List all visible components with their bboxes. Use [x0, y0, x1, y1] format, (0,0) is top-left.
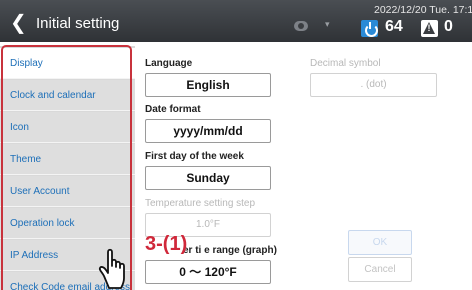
- temperature-range-select[interactable]: 0 ～ 120°F: [145, 260, 271, 284]
- alert-icon: [421, 20, 438, 37]
- decimal-symbol-select: . (dot): [310, 73, 437, 97]
- first-day-select[interactable]: Sunday: [145, 166, 271, 190]
- sync-icon[interactable]: [294, 21, 308, 31]
- sidebar-item-theme[interactable]: Theme: [0, 144, 135, 175]
- step-annotation: 3-(1): [145, 233, 188, 255]
- date-format-label: Date format: [145, 104, 201, 115]
- language-select[interactable]: English: [145, 73, 271, 97]
- ok-button[interactable]: OK: [348, 230, 412, 255]
- header-bar: ❮ Initial setting ▾ 2022/12/20 Tue. 17:1…: [0, 0, 472, 42]
- power-icon: [361, 20, 378, 37]
- back-icon[interactable]: ❮: [10, 12, 28, 36]
- date-format-select[interactable]: yyyy/mm/dd: [145, 119, 271, 143]
- dropdown-icon[interactable]: ▾: [325, 19, 330, 30]
- page-title: Initial setting: [36, 15, 120, 32]
- pointer-hand-icon: [98, 248, 125, 289]
- temperature-range-label: er ti e range (graph): [183, 245, 277, 256]
- sidebar-item-icon[interactable]: Icon: [0, 112, 135, 143]
- alert-count: 0: [444, 18, 453, 35]
- sidebar-item-display[interactable]: Display: [0, 48, 135, 79]
- datetime-display: 2022/12/20 Tue. 17:13: [374, 4, 472, 16]
- sidebar-item-clock-calendar[interactable]: Clock and calendar: [0, 80, 135, 111]
- first-day-label: First day of the week: [145, 151, 244, 162]
- power-count: 64: [385, 18, 403, 35]
- sidebar-item-operation-lock[interactable]: Operation lock: [0, 208, 135, 239]
- cancel-button[interactable]: Cancel: [348, 257, 412, 282]
- sidebar-item-user-account[interactable]: User Account: [0, 176, 135, 207]
- decimal-symbol-label: Decimal symbol: [310, 58, 381, 69]
- temperature-step-label: Temperature setting step: [145, 198, 256, 209]
- language-label: Language: [145, 58, 193, 69]
